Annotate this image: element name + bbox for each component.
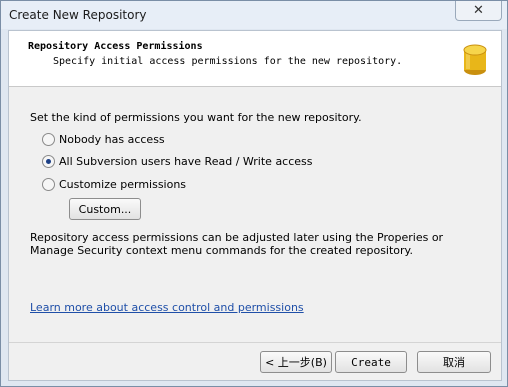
footer-divider	[9, 342, 501, 343]
close-button[interactable]: ✕	[455, 1, 502, 21]
permissions-prompt: Set the kind of permissions you want for…	[30, 111, 362, 124]
dialog-client-area: Repository Access Permissions Specify in…	[8, 30, 502, 381]
radio-all-users-read-write[interactable]: All Subversion users have Read / Write a…	[42, 155, 313, 168]
permissions-note: Repository access permissions can be adj…	[30, 231, 444, 257]
radio-button[interactable]	[42, 178, 55, 191]
radio-button[interactable]	[42, 133, 55, 146]
radio-customize[interactable]: Customize permissions	[42, 178, 186, 191]
window-title: Create New Repository	[9, 8, 147, 22]
close-icon: ✕	[473, 3, 484, 18]
radio-label: All Subversion users have Read / Write a…	[59, 155, 313, 168]
page-subtitle: Specify initial access permissions for t…	[53, 56, 403, 67]
wizard-header: Repository Access Permissions Specify in…	[9, 31, 501, 87]
create-button[interactable]: Create	[335, 351, 407, 373]
back-button[interactable]: < 上一步(B)	[260, 351, 332, 373]
dialog-window: Create New Repository ✕ Repository Acces…	[0, 0, 508, 387]
title-bar[interactable]: Create New Repository ✕	[1, 1, 507, 29]
radio-button[interactable]	[42, 155, 55, 168]
custom-button[interactable]: Custom...	[69, 198, 141, 220]
database-icon	[463, 44, 487, 75]
cancel-button[interactable]: 取消	[417, 351, 491, 373]
page-title: Repository Access Permissions	[28, 41, 203, 52]
learn-more-link[interactable]: Learn more about access control and perm…	[30, 301, 304, 314]
radio-label: Customize permissions	[59, 178, 187, 191]
radio-nobody[interactable]: Nobody has access	[42, 133, 165, 146]
radio-label: Nobody has access	[59, 133, 165, 146]
